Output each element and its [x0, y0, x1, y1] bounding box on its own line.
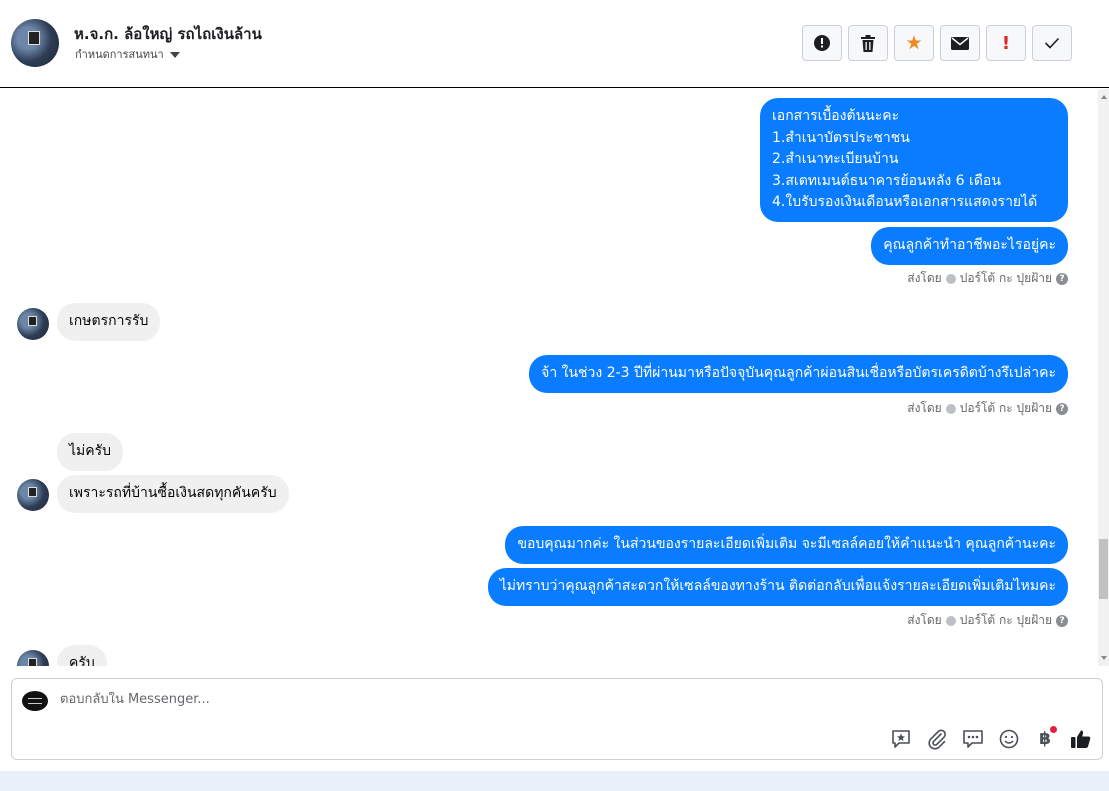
- saved-reply-button[interactable]: [889, 727, 913, 751]
- star-button[interactable]: ★: [894, 25, 934, 61]
- mark-done-button[interactable]: [1032, 25, 1072, 61]
- paperclip-icon: [928, 729, 946, 750]
- baht-icon: ฿: [1039, 729, 1051, 749]
- scroll-up-arrow-icon[interactable]: [1101, 95, 1107, 99]
- scroll-down-arrow-icon[interactable]: [1101, 656, 1107, 660]
- follow-up-button[interactable]: !: [986, 25, 1026, 61]
- thumbs-up-icon: [1071, 730, 1091, 748]
- emoji-button[interactable]: [997, 727, 1021, 751]
- contact-avatar-small[interactable]: [17, 650, 49, 666]
- check-icon: [1044, 37, 1060, 49]
- sender-name[interactable]: ปอร์โต้ กะ ปุยฝ้าย: [960, 611, 1052, 630]
- sender-name[interactable]: ปอร์โต้ กะ ปุยฝ้าย: [960, 269, 1052, 288]
- page-footer-band: [0, 771, 1109, 791]
- message-incoming[interactable]: ไม่ครับ: [57, 433, 124, 471]
- schedule-label: กำหนดการสนทนา: [75, 48, 164, 61]
- help-icon[interactable]: ?: [1056, 614, 1068, 627]
- message-thread[interactable]: เอกสารเบื้องต้นนะคะ 1.สำเนาบัตรประชาชน 2…: [0, 89, 1098, 666]
- trash-icon: [861, 34, 875, 52]
- sent-by-label: ส่งโดย ปอร์โต้ กะ ปุยฝ้าย ?: [907, 399, 1068, 418]
- verified-icon: [945, 403, 956, 414]
- envelope-icon: [951, 36, 969, 50]
- sent-by-prefix: ส่งโดย: [907, 613, 942, 627]
- sent-by-label: ส่งโดย ปอร์โต้ กะ ปุยฝ้าย ?: [907, 611, 1068, 630]
- emoji-icon: [999, 729, 1019, 749]
- help-icon[interactable]: ?: [1056, 272, 1068, 285]
- message-outgoing[interactable]: ไม่ทราบว่าคุณลูกค้าสะดวกให้เซลล์ของทางร้…: [487, 568, 1068, 606]
- schedule-dropdown[interactable]: กำหนดการสนทนา: [75, 45, 180, 63]
- quick-replies-button[interactable]: [961, 727, 985, 751]
- sent-by-prefix: ส่งโดย: [907, 271, 942, 285]
- contact-avatar-small[interactable]: [17, 308, 49, 340]
- thread-scrollbar[interactable]: [1098, 89, 1109, 666]
- contact-avatar-small[interactable]: [17, 479, 49, 511]
- page-avatar: [22, 691, 48, 711]
- payment-button[interactable]: ฿: [1033, 726, 1057, 751]
- message-outgoing[interactable]: จ้า ในช่วง 2-3 ปีที่ผ่านมาหรือปัจจุบันคุ…: [529, 355, 1068, 393]
- chat-bubbles-icon: [963, 730, 983, 748]
- star-icon: ★: [905, 32, 923, 54]
- sender-name[interactable]: ปอร์โต้ กะ ปุยฝ้าย: [960, 399, 1052, 418]
- sent-by-prefix: ส่งโดย: [907, 401, 942, 415]
- verified-icon: [945, 273, 956, 284]
- alert-circle-icon: [814, 35, 830, 51]
- mark-unread-button[interactable]: [940, 25, 980, 61]
- message-outgoing[interactable]: คุณลูกค้าทำอาชีพอะไรอยู่คะ: [871, 227, 1068, 265]
- scroll-thumb[interactable]: [1099, 539, 1108, 599]
- delete-button[interactable]: [848, 25, 888, 61]
- verified-icon: [945, 615, 956, 626]
- composer-actions: ฿: [889, 726, 1093, 751]
- notification-dot: [1050, 726, 1057, 733]
- conversation-header: ห.จ.ก. ล้อใหญ่ รถไถเงินล้าน กำหนดการสนทน…: [0, 0, 1109, 88]
- like-button[interactable]: [1069, 727, 1093, 751]
- mark-spam-button[interactable]: [802, 25, 842, 61]
- sent-by-label: ส่งโดย ปอร์โต้ กะ ปุยฝ้าย ?: [907, 269, 1068, 288]
- attach-button[interactable]: [925, 727, 949, 751]
- help-icon[interactable]: ?: [1056, 402, 1068, 415]
- contact-avatar[interactable]: [11, 19, 59, 67]
- reply-composer: ฿: [11, 678, 1103, 760]
- reply-star-icon: [892, 730, 910, 748]
- message-outgoing[interactable]: ขอบคุณมากค่ะ ในส่วนของรายละเอียดเพิ่มเติ…: [505, 526, 1068, 564]
- reply-input[interactable]: [60, 692, 760, 707]
- message-incoming[interactable]: เกษตรการรับ: [57, 303, 161, 341]
- header-toolbar: ★ !: [802, 25, 1072, 61]
- caret-down-icon: [169, 52, 180, 58]
- message-incoming[interactable]: ครับ: [57, 645, 107, 666]
- exclamation-icon: !: [1001, 32, 1011, 54]
- contact-name[interactable]: ห.จ.ก. ล้อใหญ่ รถไถเงินล้าน: [74, 22, 262, 46]
- message-incoming[interactable]: เพราะรถที่บ้านซื้อเงินสดทุกคันครับ: [57, 475, 289, 513]
- message-outgoing[interactable]: เอกสารเบื้องต้นนะคะ 1.สำเนาบัตรประชาชน 2…: [760, 98, 1068, 222]
